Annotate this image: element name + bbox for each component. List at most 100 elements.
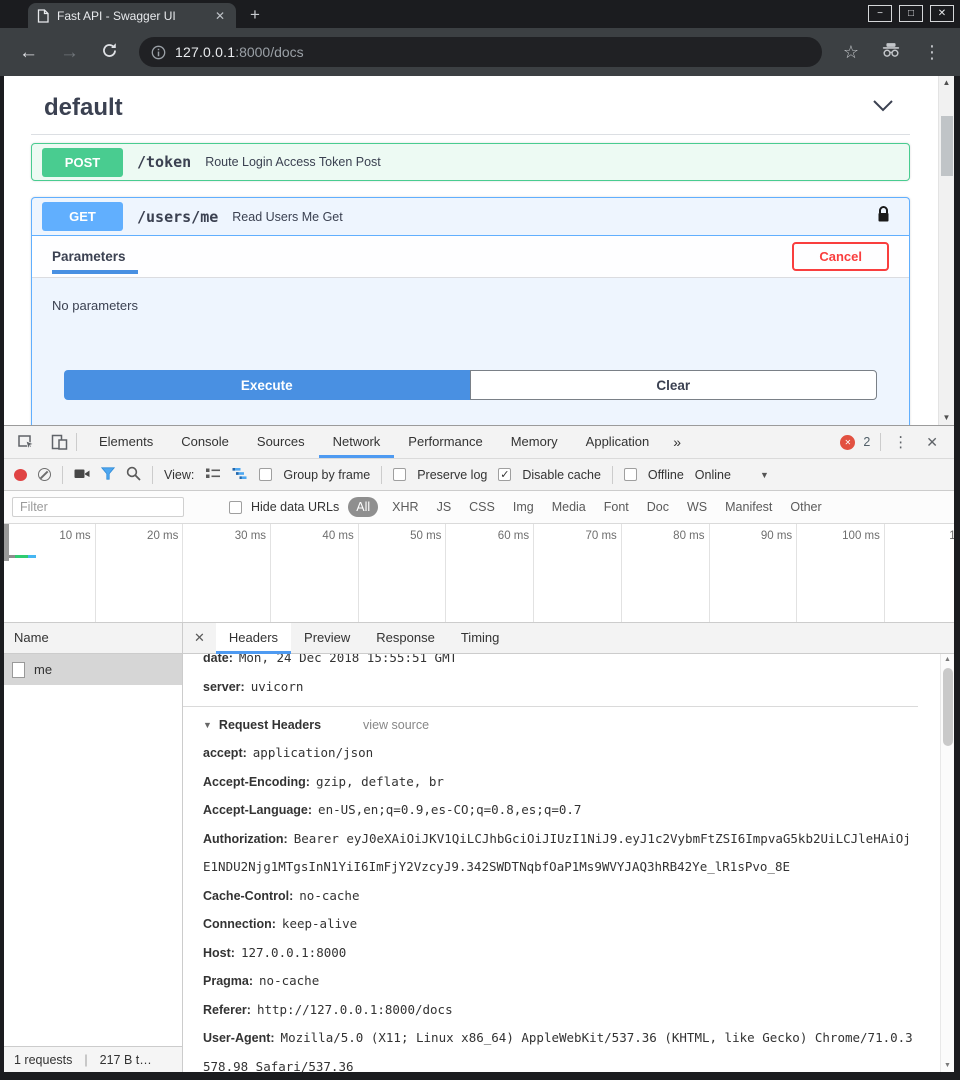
resource-filter-media[interactable]: Media <box>545 497 593 517</box>
record-button[interactable] <box>14 469 27 481</box>
resource-filter-xhr[interactable]: XHR <box>385 497 425 517</box>
devtools-menu-icon[interactable]: ⋮ <box>889 433 912 451</box>
resource-filter-css[interactable]: CSS <box>462 497 502 517</box>
timeline-column: 50 ms <box>359 524 447 622</box>
header-name: Authorization: <box>203 832 288 846</box>
resource-filter-all[interactable]: All <box>348 497 378 517</box>
lock-icon[interactable] <box>876 205 891 229</box>
detail-tab-timing[interactable]: Timing <box>448 623 513 653</box>
scroll-down-icon[interactable]: ▼ <box>944 1060 951 1072</box>
timeline-tick-label: 50 ms <box>410 530 441 542</box>
collapse-triangle-icon[interactable]: ▼ <box>203 712 212 739</box>
throttling-dropdown-icon[interactable]: ▼ <box>760 470 769 480</box>
devtools-tab-strip: ElementsConsoleSourcesNetworkPerformance… <box>85 426 663 458</box>
resource-filter-doc[interactable]: Doc <box>640 497 676 517</box>
network-filter-bar: Hide data URLs AllXHRJSCSSImgMediaFontDo… <box>4 491 954 524</box>
devtools-tab-sources[interactable]: Sources <box>243 426 319 458</box>
browser-menu-icon[interactable]: ⋮ <box>916 42 948 63</box>
request-row[interactable]: me <box>4 654 182 685</box>
info-icon[interactable] <box>151 45 166 60</box>
header-name: Cache-Control: <box>203 889 293 903</box>
endpoint-summary: Route Login Access Token Post <box>205 155 381 169</box>
filter-funnel-icon[interactable] <box>101 467 115 483</box>
devtools-tab-application[interactable]: Application <box>572 426 664 458</box>
devtools-tab-memory[interactable]: Memory <box>497 426 572 458</box>
filter-input[interactable] <box>12 497 184 517</box>
detail-close-icon[interactable]: ✕ <box>183 630 216 646</box>
resource-filter-other[interactable]: Other <box>783 497 828 517</box>
devtools-tab-console[interactable]: Console <box>167 426 243 458</box>
search-icon[interactable] <box>126 466 141 484</box>
preserve-log-checkbox[interactable] <box>393 468 406 481</box>
devtools-tab-network[interactable]: Network <box>319 426 395 458</box>
reload-button[interactable] <box>94 42 125 63</box>
timeline-tick-label: 10 ms <box>59 530 90 542</box>
header-name: Accept-Encoding: <box>203 775 310 789</box>
new-tab-button[interactable]: + <box>250 5 260 25</box>
timeline-tick-label: 100 ms <box>842 530 880 542</box>
offline-checkbox[interactable] <box>624 468 637 481</box>
inspect-element-icon[interactable] <box>10 434 43 450</box>
tab-parameters[interactable]: Parameters <box>52 236 126 278</box>
scroll-down-icon[interactable]: ▼ <box>943 411 951 425</box>
header-name: Accept-Language: <box>203 803 312 817</box>
scrollbar-thumb[interactable] <box>943 668 953 746</box>
detail-scrollbar[interactable]: ▲ ▼ <box>940 654 954 1072</box>
view-waterfall-icon[interactable] <box>232 467 248 483</box>
tab-close-icon[interactable]: ✕ <box>213 9 227 23</box>
clear-button[interactable]: Clear <box>470 370 878 400</box>
detail-tab-headers[interactable]: Headers <box>216 623 291 653</box>
execute-button[interactable]: Execute <box>64 370 470 400</box>
more-tabs-icon[interactable]: » <box>663 434 691 450</box>
scroll-up-icon[interactable]: ▲ <box>943 76 951 90</box>
page-scrollbar[interactable]: ▲ ▼ <box>938 76 954 425</box>
resource-filter-font[interactable]: Font <box>597 497 636 517</box>
devtools-close-icon[interactable]: ✕ <box>920 434 944 451</box>
throttling-select[interactable]: Online <box>695 468 731 482</box>
window-controls: − □ ✕ <box>868 5 954 22</box>
capture-screenshots-icon[interactable] <box>74 467 90 483</box>
devtools-right-controls: ✕ 2 ⋮ ✕ <box>840 433 948 451</box>
timeline-column: 40 ms <box>271 524 359 622</box>
request-headers-title[interactable]: Request Headers <box>219 712 321 739</box>
parameters-body: No parameters Execute Clear <box>32 278 909 400</box>
resource-filter-js[interactable]: JS <box>430 497 459 517</box>
devtools-tab-performance[interactable]: Performance <box>394 426 496 458</box>
devtools-tab-elements[interactable]: Elements <box>85 426 167 458</box>
name-column-header[interactable]: Name <box>4 623 182 654</box>
group-by-frame-checkbox[interactable] <box>259 468 272 481</box>
endpoint-post-token[interactable]: POST /token Route Login Access Token Pos… <box>31 143 910 181</box>
resource-filter-img[interactable]: Img <box>506 497 541 517</box>
view-source-link[interactable]: view source <box>363 712 429 739</box>
hide-data-urls-checkbox[interactable] <box>229 501 242 514</box>
scrollbar-thumb[interactable] <box>941 116 953 176</box>
detail-tab-response[interactable]: Response <box>363 623 448 653</box>
minimize-button[interactable]: − <box>868 5 892 22</box>
resource-type-filters: All XHRJSCSSImgMediaFontDocWSManifestOthe… <box>348 497 828 517</box>
header-value: application/json <box>253 745 373 760</box>
resource-filter-ws[interactable]: WS <box>680 497 714 517</box>
cancel-button[interactable]: Cancel <box>792 242 889 271</box>
endpoint-get-users-me[interactable]: GET /users/me Read Users Me Get <box>32 198 909 236</box>
timeline-column: 110 <box>885 524 954 622</box>
close-button[interactable]: ✕ <box>930 5 954 22</box>
maximize-button[interactable]: □ <box>899 5 923 22</box>
error-badge-icon[interactable]: ✕ <box>840 435 855 450</box>
header-value: keep-alive <box>282 916 357 931</box>
url-bar[interactable]: 127.0.0.1:8000/docs <box>139 37 822 67</box>
clear-requests-icon[interactable] <box>38 468 51 481</box>
tab-title: Fast API - Swagger UI <box>57 9 205 23</box>
timeline-ruler: 10 ms20 ms30 ms40 ms50 ms60 ms70 ms80 ms… <box>4 524 954 622</box>
header-name: Referer: <box>203 1003 251 1017</box>
device-toolbar-icon[interactable] <box>43 434 76 450</box>
resource-filter-manifest[interactable]: Manifest <box>718 497 779 517</box>
browser-tab[interactable]: Fast API - Swagger UI ✕ <box>28 3 236 28</box>
disable-cache-checkbox[interactable]: ✓ <box>498 468 511 481</box>
chevron-down-icon[interactable] <box>872 99 894 117</box>
detail-tab-preview[interactable]: Preview <box>291 623 363 653</box>
back-button[interactable]: ← <box>12 43 45 62</box>
view-list-icon[interactable] <box>205 467 221 483</box>
scroll-up-icon[interactable]: ▲ <box>944 654 951 666</box>
swagger-section-header[interactable]: default <box>31 76 910 135</box>
bookmark-star-icon[interactable]: ☆ <box>836 42 866 63</box>
